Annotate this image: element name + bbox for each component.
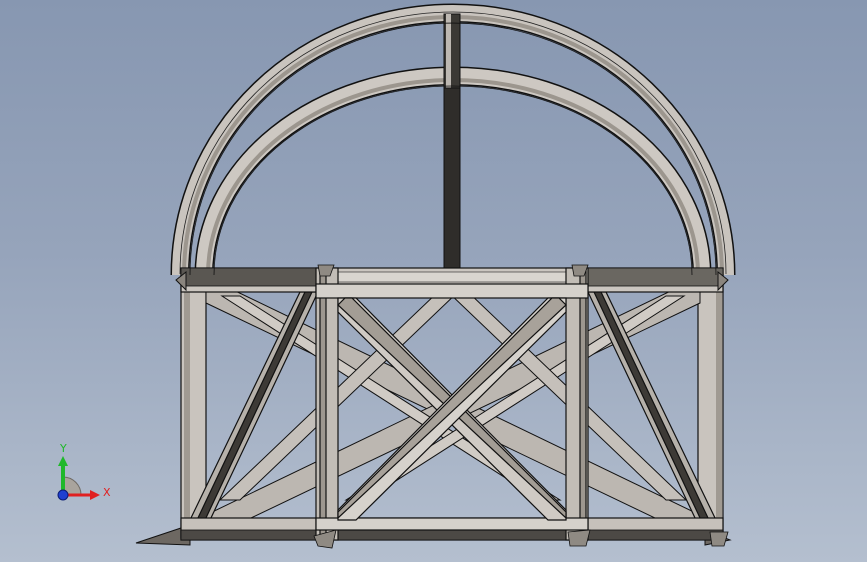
triad-graphic xyxy=(57,456,100,501)
center-x-braces xyxy=(337,297,567,521)
truss-model xyxy=(135,3,736,549)
z-axis-icon xyxy=(57,489,69,501)
x-axis-label: X xyxy=(103,486,111,499)
axis-triad: Y X xyxy=(48,440,118,510)
y-axis-label: Y xyxy=(60,442,67,455)
model-viewport[interactable] xyxy=(0,0,867,562)
